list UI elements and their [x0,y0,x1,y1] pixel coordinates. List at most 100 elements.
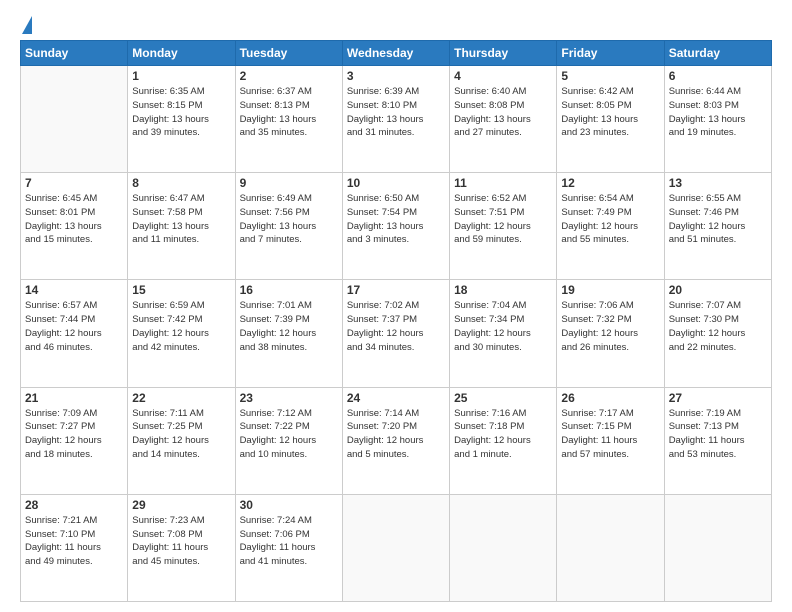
day-number: 18 [454,283,552,297]
day-number: 13 [669,176,767,190]
table-row: 18 Sunrise: 7:04 AM Sunset: 7:34 PM Dayli… [450,280,557,387]
day-number: 4 [454,69,552,83]
day-number: 28 [25,498,123,512]
day-info: Sunrise: 7:07 AM Sunset: 7:30 PM Dayligh… [669,299,767,354]
table-row: 26 Sunrise: 7:17 AM Sunset: 7:15 PM Dayli… [557,387,664,494]
day-number: 12 [561,176,659,190]
table-row: 23Sunrise: 7:12 AM Sunset: 7:22 PM Dayli… [235,387,342,494]
day-info: Sunrise: 7:23 AM Sunset: 7:08 PM Dayligh… [132,514,230,569]
col-saturday: Saturday [664,41,771,66]
day-info: Sunrise: 7:06 AM Sunset: 7:32 PM Dayligh… [561,299,659,354]
day-info: Sunrise: 7:01 AM Sunset: 7:39 PM Dayligh… [240,299,338,354]
table-row: 6 Sunrise: 6:44 AM Sunset: 8:03 PM Daylig… [664,66,771,173]
calendar-body: 1 Sunrise: 6:35 AM Sunset: 8:15 PM Daylig… [21,66,772,602]
table-row: 24Sunrise: 7:14 AM Sunset: 7:20 PM Dayli… [342,387,449,494]
logo-triangle-icon [22,16,32,34]
table-row: 20 Sunrise: 7:07 AM Sunset: 7:30 PM Dayli… [664,280,771,387]
table-row: 17 Sunrise: 7:02 AM Sunset: 7:37 PM Dayli… [342,280,449,387]
table-row: 28 Sunrise: 7:21 AM Sunset: 7:10 PM Dayli… [21,494,128,601]
day-info: Sunrise: 6:45 AM Sunset: 8:01 PM Dayligh… [25,192,123,247]
day-number: 7 [25,176,123,190]
day-info: Sunrise: 7:02 AM Sunset: 7:37 PM Dayligh… [347,299,445,354]
table-row: 11 Sunrise: 6:52 AM Sunset: 7:51 PM Dayli… [450,173,557,280]
table-row: 29 Sunrise: 7:23 AM Sunset: 7:08 PM Dayli… [128,494,235,601]
day-number: 22 [132,391,230,405]
day-number: 19 [561,283,659,297]
day-number: 1 [132,69,230,83]
calendar-header: Sunday Monday Tuesday Wednesday Thursday… [21,41,772,66]
col-friday: Friday [557,41,664,66]
col-monday: Monday [128,41,235,66]
day-number: 9 [240,176,338,190]
day-info: Sunrise: 6:42 AM Sunset: 8:05 PM Dayligh… [561,85,659,140]
table-row: 12 Sunrise: 6:54 AM Sunset: 7:49 PM Dayli… [557,173,664,280]
day-number: 15 [132,283,230,297]
table-row: 10 Sunrise: 6:50 AM Sunset: 7:54 PM Dayli… [342,173,449,280]
table-row: 15 Sunrise: 6:59 AM Sunset: 7:42 PM Dayli… [128,280,235,387]
table-row: 3Sunrise: 6:39 AM Sunset: 8:10 PM Daylig… [342,66,449,173]
table-row [664,494,771,601]
day-number: 17 [347,283,445,297]
day-info: Sunrise: 7:14 AM Sunset: 7:20 PM Dayligh… [347,407,445,462]
table-row: 4Sunrise: 6:40 AM Sunset: 8:08 PM Daylig… [450,66,557,173]
day-info: Sunrise: 7:09 AM Sunset: 7:27 PM Dayligh… [25,407,123,462]
day-number: 21 [25,391,123,405]
day-number: 6 [669,69,767,83]
day-number: 29 [132,498,230,512]
header [20,18,772,34]
day-info: Sunrise: 7:17 AM Sunset: 7:15 PM Dayligh… [561,407,659,462]
table-row [450,494,557,601]
day-info: Sunrise: 6:52 AM Sunset: 7:51 PM Dayligh… [454,192,552,247]
day-info: Sunrise: 6:50 AM Sunset: 7:54 PM Dayligh… [347,192,445,247]
table-row: 5 Sunrise: 6:42 AM Sunset: 8:05 PM Daylig… [557,66,664,173]
day-info: Sunrise: 6:57 AM Sunset: 7:44 PM Dayligh… [25,299,123,354]
day-number: 5 [561,69,659,83]
table-row: 7 Sunrise: 6:45 AM Sunset: 8:01 PM Daylig… [21,173,128,280]
col-thursday: Thursday [450,41,557,66]
day-number: 10 [347,176,445,190]
day-number: 27 [669,391,767,405]
table-row: 13 Sunrise: 6:55 AM Sunset: 7:46 PM Dayli… [664,173,771,280]
table-row [21,66,128,173]
table-row [342,494,449,601]
day-number: 2 [240,69,338,83]
day-info: Sunrise: 7:04 AM Sunset: 7:34 PM Dayligh… [454,299,552,354]
table-row: 9 Sunrise: 6:49 AM Sunset: 7:56 PM Daylig… [235,173,342,280]
header-row: Sunday Monday Tuesday Wednesday Thursday… [21,41,772,66]
day-number: 25 [454,391,552,405]
day-info: Sunrise: 6:47 AM Sunset: 7:58 PM Dayligh… [132,192,230,247]
day-info: Sunrise: 7:24 AM Sunset: 7:06 PM Dayligh… [240,514,338,569]
page: Sunday Monday Tuesday Wednesday Thursday… [0,0,792,612]
day-info: Sunrise: 7:11 AM Sunset: 7:25 PM Dayligh… [132,407,230,462]
table-row [557,494,664,601]
day-info: Sunrise: 6:35 AM Sunset: 8:15 PM Dayligh… [132,85,230,140]
day-info: Sunrise: 6:55 AM Sunset: 7:46 PM Dayligh… [669,192,767,247]
day-number: 26 [561,391,659,405]
table-row: 1 Sunrise: 6:35 AM Sunset: 8:15 PM Daylig… [128,66,235,173]
day-number: 11 [454,176,552,190]
table-row: 19 Sunrise: 7:06 AM Sunset: 7:32 PM Dayli… [557,280,664,387]
day-number: 8 [132,176,230,190]
table-row: 21 Sunrise: 7:09 AM Sunset: 7:27 PM Dayli… [21,387,128,494]
col-tuesday: Tuesday [235,41,342,66]
table-row: 14Sunrise: 6:57 AM Sunset: 7:44 PM Dayli… [21,280,128,387]
calendar-table: Sunday Monday Tuesday Wednesday Thursday… [20,40,772,602]
col-wednesday: Wednesday [342,41,449,66]
day-info: Sunrise: 7:12 AM Sunset: 7:22 PM Dayligh… [240,407,338,462]
logo [20,18,32,34]
table-row: 30 Sunrise: 7:24 AM Sunset: 7:06 PM Dayli… [235,494,342,601]
day-number: 20 [669,283,767,297]
table-row: 8 Sunrise: 6:47 AM Sunset: 7:58 PM Daylig… [128,173,235,280]
day-number: 30 [240,498,338,512]
day-info: Sunrise: 7:21 AM Sunset: 7:10 PM Dayligh… [25,514,123,569]
day-info: Sunrise: 6:37 AM Sunset: 8:13 PM Dayligh… [240,85,338,140]
day-info: Sunrise: 6:44 AM Sunset: 8:03 PM Dayligh… [669,85,767,140]
day-number: 3 [347,69,445,83]
day-info: Sunrise: 6:49 AM Sunset: 7:56 PM Dayligh… [240,192,338,247]
day-number: 16 [240,283,338,297]
table-row: 27 Sunrise: 7:19 AM Sunset: 7:13 PM Dayli… [664,387,771,494]
day-info: Sunrise: 7:19 AM Sunset: 7:13 PM Dayligh… [669,407,767,462]
day-info: Sunrise: 6:59 AM Sunset: 7:42 PM Dayligh… [132,299,230,354]
table-row: 2 Sunrise: 6:37 AM Sunset: 8:13 PM Daylig… [235,66,342,173]
day-info: Sunrise: 6:54 AM Sunset: 7:49 PM Dayligh… [561,192,659,247]
